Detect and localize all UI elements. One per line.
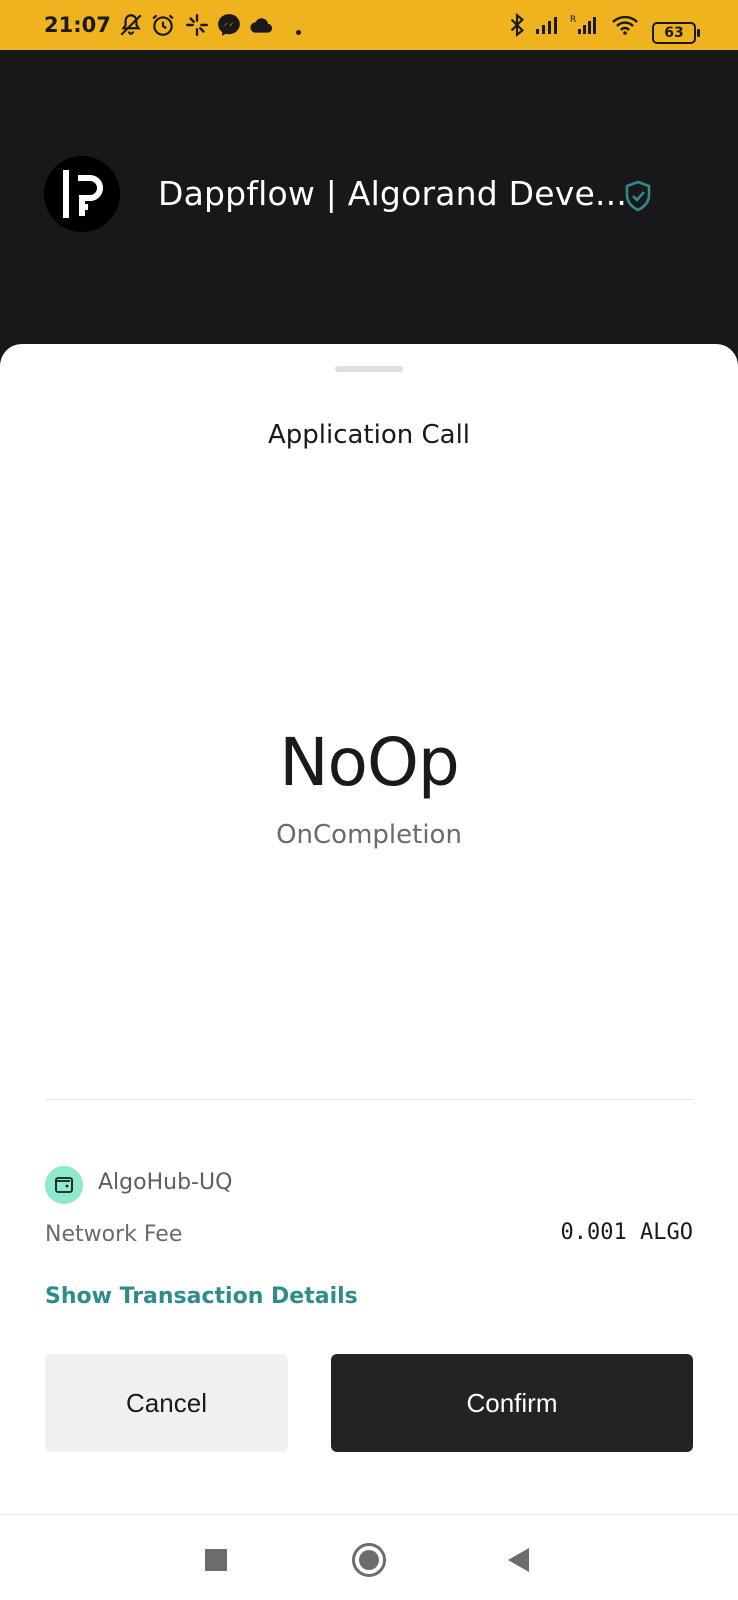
confirm-button[interactable]: Confirm xyxy=(331,1354,693,1452)
activity-icon xyxy=(186,14,208,36)
show-transaction-details-link[interactable]: Show Transaction Details xyxy=(45,1284,358,1309)
account-name: AlgoHub-UQ xyxy=(98,1170,233,1195)
home-icon[interactable] xyxy=(352,1543,386,1577)
alarm-icon xyxy=(152,14,174,36)
divider xyxy=(45,1099,693,1100)
cancel-button[interactable]: Cancel xyxy=(45,1354,288,1452)
network-fee-label: Network Fee xyxy=(45,1222,183,1247)
status-time: 21:07 xyxy=(44,13,111,37)
messenger-icon xyxy=(218,14,240,36)
on-completion-label: OnCompletion xyxy=(276,820,462,850)
on-completion-value: NoOp xyxy=(279,724,460,801)
bluetooth-icon xyxy=(510,12,525,38)
recents-icon[interactable] xyxy=(205,1549,227,1571)
dappflow-logo xyxy=(44,156,120,232)
drag-handle[interactable] xyxy=(335,366,403,372)
sheet-title: Application Call xyxy=(267,420,471,450)
battery-icon: 63 xyxy=(652,22,700,44)
wifi-icon xyxy=(612,15,638,35)
cloud-icon xyxy=(250,18,273,33)
svg-text:R: R xyxy=(570,15,576,25)
roaming-signal-icon: R xyxy=(570,15,596,34)
wallet-icon xyxy=(45,1166,83,1204)
signal-icon xyxy=(536,17,557,34)
app-title: Dappflow | Algorand Deve... xyxy=(158,174,628,213)
navigation-bar xyxy=(0,1514,738,1600)
notifications-muted-icon xyxy=(120,14,142,36)
verified-shield-icon xyxy=(625,180,651,212)
back-icon[interactable] xyxy=(508,1548,529,1572)
transaction-sheet: Application Call NoOp OnCompletion AlgoH… xyxy=(0,344,738,1514)
network-fee-value: 0.001 ALGO xyxy=(560,1220,693,1245)
status-bar: 21:07 R 63 xyxy=(0,0,738,50)
app-header: Dappflow | Algorand Deve... xyxy=(0,50,738,350)
notification-dot xyxy=(296,30,301,35)
